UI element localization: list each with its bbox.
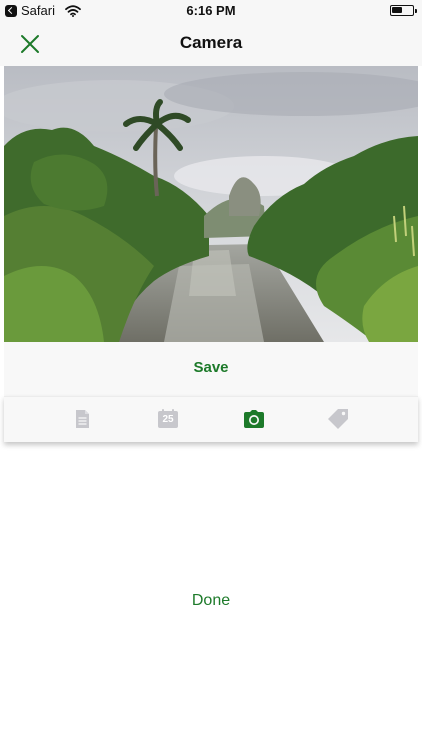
- tab-bar: 25: [4, 396, 418, 442]
- tag-icon[interactable]: [326, 407, 350, 431]
- nav-bar: Camera: [0, 22, 422, 66]
- calendar-day-label: 25: [162, 414, 174, 425]
- save-button[interactable]: Save: [4, 359, 418, 376]
- document-icon[interactable]: [70, 407, 94, 431]
- battery-icon: [390, 5, 417, 16]
- save-area: Save: [4, 342, 418, 396]
- done-button[interactable]: Done: [0, 592, 422, 610]
- calendar-icon[interactable]: 25: [156, 407, 180, 431]
- camera-icon[interactable]: [242, 407, 266, 431]
- photo-preview: [4, 66, 418, 342]
- status-time: 6:16 PM: [186, 3, 236, 18]
- page-title: Camera: [179, 33, 243, 52]
- status-bar: Safari 6:16 PM: [0, 0, 422, 22]
